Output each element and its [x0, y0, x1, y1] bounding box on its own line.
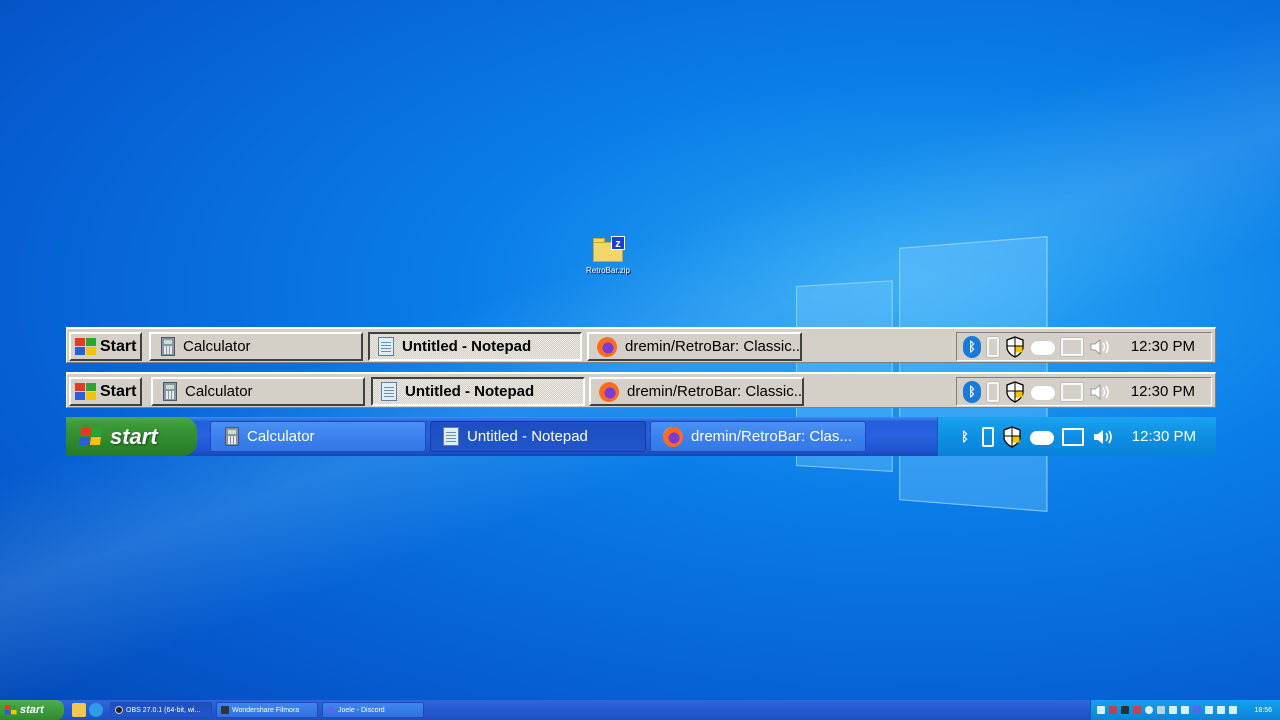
firefox-icon — [597, 336, 617, 357]
windows-flag-icon — [78, 427, 104, 446]
shield-icon[interactable] — [1097, 706, 1105, 714]
edge-icon[interactable] — [89, 703, 103, 717]
windows-flag-icon — [75, 382, 97, 401]
start-button[interactable]: Start — [69, 332, 142, 361]
notification-area: ᛒ 12:30 PM — [937, 417, 1216, 456]
obs-icon — [115, 706, 123, 714]
start-button[interactable]: start — [66, 417, 197, 456]
classic-taskbar-b: Start Calculator Untitled - Notepad drem… — [66, 372, 1216, 408]
security-shield-icon[interactable] — [1005, 335, 1025, 358]
filmora-icon — [221, 706, 229, 714]
system-taskbar: start OBS 27.0.1 (64-bit, wi... Wondersh… — [0, 700, 1280, 720]
usb-icon[interactable] — [987, 381, 999, 402]
start-label: start — [110, 423, 158, 449]
task-label: Untitled - Notepad — [405, 383, 535, 400]
onedrive-cloud-icon[interactable] — [1031, 340, 1055, 355]
start-label: Start — [100, 337, 137, 355]
notification-area: ᛒ 12:30 PM — [956, 377, 1212, 406]
clock[interactable]: 12:30 PM — [1131, 383, 1195, 400]
calculator-icon — [163, 382, 177, 401]
start-button[interactable]: Start — [69, 377, 142, 406]
desktop-icon-retrobar-zip[interactable]: z RetroBar.zip — [582, 236, 634, 275]
app-tray-icon[interactable] — [1109, 706, 1117, 714]
taskbar-button-discord[interactable]: Joele - Discord — [322, 702, 424, 718]
clock[interactable]: 12:30 PM — [1131, 338, 1195, 355]
notification-area: ᛒ 12:30 PM — [956, 332, 1212, 361]
task-label: dremin/RetroBar: Classic... — [625, 338, 802, 355]
task-label: Calculator — [185, 383, 253, 400]
firefox-icon — [663, 426, 683, 447]
classic-taskbar-a: Start Calculator Untitled - Notepad drem… — [66, 327, 1216, 363]
obs-tray-icon[interactable] — [1121, 706, 1129, 714]
task-label: Calculator — [183, 338, 251, 355]
security-shield-icon[interactable] — [1002, 425, 1022, 448]
volume-icon[interactable] — [1089, 383, 1111, 401]
task-label: OBS 27.0.1 (64-bit, wi... — [126, 706, 201, 714]
desktop-icon-label: RetroBar.zip — [585, 266, 631, 275]
onedrive-tray-icon[interactable] — [1169, 706, 1177, 714]
task-label: Untitled - Notepad — [467, 428, 588, 445]
taskbar-button-obs[interactable]: OBS 27.0.1 (64-bit, wi... — [110, 702, 212, 718]
windows-flag-icon — [75, 337, 97, 356]
folder-icon[interactable] — [72, 703, 86, 717]
calculator-icon — [225, 427, 239, 446]
taskbar-button-firefox[interactable]: dremin/RetroBar: Classic... — [589, 377, 804, 406]
start-label: start — [20, 704, 44, 716]
calculator-icon — [161, 337, 175, 356]
network-icon[interactable] — [1061, 337, 1083, 356]
search-tray-icon[interactable] — [1157, 706, 1165, 714]
onedrive-cloud-icon[interactable] — [1031, 385, 1055, 400]
task-label: dremin/RetroBar: Classic... — [627, 383, 804, 400]
taskbar-button-calculator[interactable]: Calculator — [151, 377, 365, 406]
taskbar-button-notepad[interactable]: Untitled - Notepad — [368, 332, 582, 361]
start-button[interactable]: start — [0, 700, 64, 720]
usb-icon[interactable] — [987, 336, 999, 357]
notepad-icon — [378, 337, 394, 356]
bluetooth-icon[interactable]: ᛒ — [963, 335, 981, 358]
task-label: Calculator — [247, 428, 315, 445]
taskbar-button-calculator[interactable]: Calculator — [149, 332, 363, 361]
windows-flag-icon — [4, 705, 17, 715]
start-label: Start — [100, 382, 137, 400]
notepad-icon — [443, 427, 459, 446]
taskbar-button-calculator[interactable]: Calculator — [210, 421, 426, 452]
usb-icon[interactable] — [982, 426, 994, 447]
notepad-icon — [381, 382, 397, 401]
record-tray-icon[interactable] — [1133, 706, 1141, 714]
discord-tray-icon[interactable] — [1193, 706, 1201, 714]
microphone-tray-icon[interactable] — [1181, 706, 1189, 714]
clock[interactable]: 18:56 — [1254, 707, 1272, 714]
notification-area: 18:56 — [1090, 700, 1280, 720]
taskbar-button-filmora[interactable]: Wondershare Filmora — [216, 702, 318, 718]
globe-tray-icon[interactable] — [1145, 706, 1153, 714]
clock[interactable]: 12:30 PM — [1132, 428, 1196, 445]
task-label: Untitled - Notepad — [402, 338, 532, 355]
volume-tray-icon[interactable] — [1229, 706, 1237, 714]
bluetooth-icon[interactable]: ᛒ — [963, 380, 981, 403]
task-label: dremin/RetroBar: Clas... — [691, 428, 852, 445]
taskbar-button-notepad[interactable]: Untitled - Notepad — [371, 377, 585, 406]
volume-icon[interactable] — [1092, 428, 1114, 446]
volume-icon[interactable] — [1089, 338, 1111, 356]
onedrive-cloud-icon[interactable] — [1030, 430, 1054, 445]
taskbar-button-firefox[interactable]: dremin/RetroBar: Classic... — [587, 332, 802, 361]
zip-folder-icon: z — [593, 236, 625, 262]
network-icon[interactable] — [1062, 427, 1084, 446]
steam-tray-icon[interactable] — [1205, 706, 1213, 714]
firefox-icon — [599, 381, 619, 402]
taskbar-button-notepad[interactable]: Untitled - Notepad — [430, 421, 646, 452]
network-tray-icon[interactable] — [1217, 706, 1225, 714]
network-icon[interactable] — [1061, 382, 1083, 401]
task-label: Wondershare Filmora — [232, 706, 300, 714]
taskbar-button-firefox[interactable]: dremin/RetroBar: Clas... — [650, 421, 866, 452]
xp-taskbar: start Calculator Untitled - Notepad drem… — [66, 417, 1216, 456]
discord-icon — [327, 706, 335, 714]
bluetooth-icon[interactable]: ᛒ — [956, 426, 974, 448]
security-shield-icon[interactable] — [1005, 380, 1025, 403]
task-label: Joele - Discord — [338, 706, 385, 714]
